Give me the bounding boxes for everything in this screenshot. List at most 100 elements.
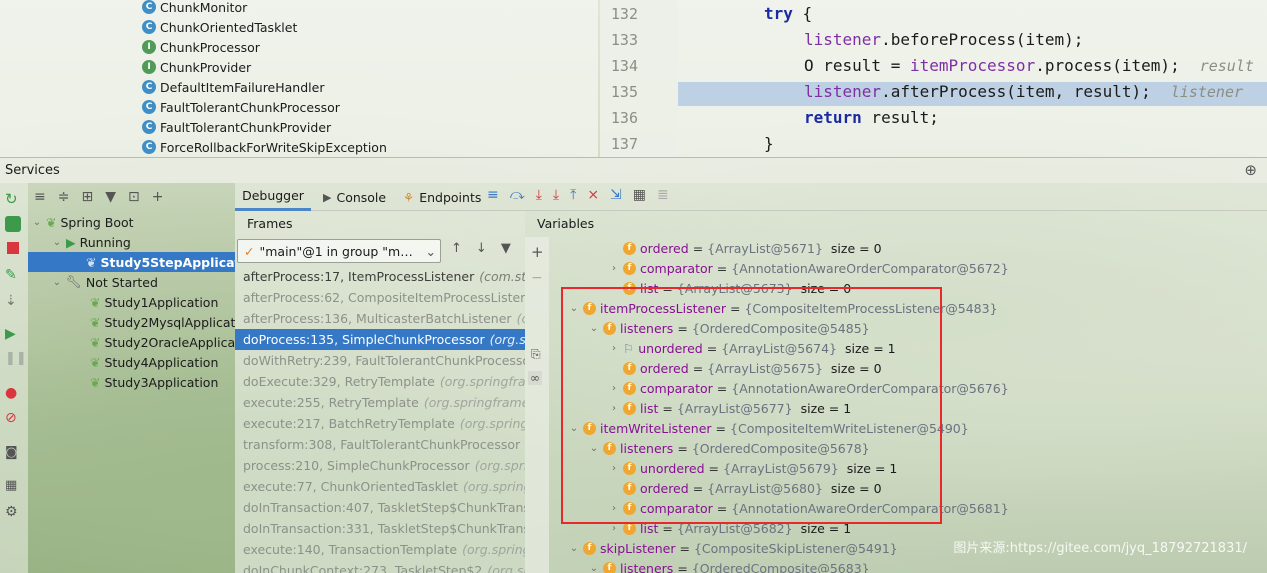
code-editor[interactable]: 132 try {133 listener.beforeProcess(item);… xyxy=(600,0,1267,157)
project-class-item[interactable]: C ChunkMonitor xyxy=(142,0,247,17)
layout-icon[interactable]: ▦ xyxy=(5,478,21,494)
tree-node-not-started[interactable]: ⌄ 🔧︎ Not Started xyxy=(52,272,158,292)
tree-node-app[interactable]: ❦ Study1Application xyxy=(90,292,218,312)
services-tool-strip: ↻ ✎ ⇣ ▶ ❚❚ ● ⊘ ◙ ▦ ⚙ xyxy=(0,183,28,573)
code-line[interactable]: O result = itemProcessor.process(item); r… xyxy=(804,56,1254,75)
group-by-icon[interactable]: ⊞ xyxy=(81,189,93,205)
crosshair-icon[interactable]: ⊕ xyxy=(1244,161,1257,179)
stack-frame[interactable]: doInChunkContext:273, TaskletStep$2 (org.… xyxy=(235,560,525,573)
stack-frame[interactable]: afterProcess:17, ItemProcessListener (com… xyxy=(235,266,525,287)
tree-node-app[interactable]: ❦ Study4Application xyxy=(90,352,218,372)
step-into-icon[interactable]: ⤓ xyxy=(536,187,542,203)
stack-frame[interactable]: execute:217, BatchRetryTemplate (org.spri… xyxy=(235,413,525,434)
tab-console[interactable]: ▶ Console xyxy=(323,183,386,211)
tree-node-app[interactable]: ❦Study2OracleApplication xyxy=(90,332,235,352)
camera-icon[interactable]: ◙ xyxy=(5,445,21,461)
expand-all-icon[interactable]: ≡ xyxy=(34,189,46,205)
step-out-icon[interactable]: ⤒ xyxy=(570,187,576,203)
code-line[interactable]: } xyxy=(764,134,774,153)
variable-node[interactable]: ⌄ f listeners = {OrderedComposite@5683} xyxy=(589,558,870,573)
stack-frame[interactable]: afterProcess:136, MulticasterBatchListen… xyxy=(235,308,525,329)
project-class-item[interactable]: I ChunkProvider xyxy=(142,57,251,77)
stack-frame[interactable]: process:210, SimpleChunkProcessor (org.sp… xyxy=(235,455,525,476)
spring-app-icon: ❦ xyxy=(90,374,101,390)
stack-frame[interactable]: doProcess:135, SimpleChunkProcessor (org.… xyxy=(235,329,525,350)
tree-node-app[interactable]: ❦ Study3Application xyxy=(90,372,218,392)
services-title: Services xyxy=(5,163,60,178)
arrow-up-icon[interactable]: ↑ xyxy=(451,241,462,256)
chevron-down-icon[interactable]: ⌄ xyxy=(569,543,579,554)
chevron-right-icon[interactable]: › xyxy=(609,523,619,534)
evaluate-expression-icon[interactable]: ▦ xyxy=(633,187,646,203)
stack-frame[interactable]: doExecute:329, RetryTemplate (org.springf… xyxy=(235,371,525,392)
filter-icon[interactable]: ⇣ xyxy=(5,293,21,309)
code-token: { xyxy=(792,4,813,23)
settings-icon[interactable]: ⚙ xyxy=(5,504,21,520)
stack-frame[interactable]: execute:140, TransactionTemplate (org.spr… xyxy=(235,539,525,560)
project-class-item[interactable]: C ForceRollbackForWriteSkipException xyxy=(142,137,387,157)
debugger-toolbar: Debugger ▶ Console ⚘ Endpoints ≡ ⤼ ⤓ ⤓ ⤒… xyxy=(235,183,1267,211)
frame-package: (org.springframework.batch.core.step.ite… xyxy=(474,458,525,473)
stack-frame[interactable]: doWithRetry:239, FaultTolerantChunkProce… xyxy=(235,350,525,371)
add-service-icon[interactable]: + xyxy=(152,189,164,205)
view-breakpoints-icon[interactable]: ● xyxy=(5,385,21,401)
stack-frame[interactable]: doInTransaction:407, TaskletStep$ChunkTr… xyxy=(235,497,525,518)
frame-list: afterProcess:17, ItemProcessListener (com… xyxy=(235,266,525,573)
line-number: 135 xyxy=(610,83,638,101)
tree-node-spring-boot[interactable]: ⌄ ❦ Spring Boot xyxy=(32,212,134,232)
filter-icon[interactable]: ▼ xyxy=(105,189,116,205)
project-class-item[interactable]: C DefaultItemFailureHandler xyxy=(142,77,324,97)
project-class-item[interactable]: C FaultTolerantChunkProvider xyxy=(142,117,331,137)
code-line[interactable]: try { xyxy=(764,4,812,23)
stack-frame[interactable]: execute:255, RetryTemplate (org.springfra… xyxy=(235,392,525,413)
project-class-item[interactable]: C ChunkOrientedTasklet xyxy=(142,17,297,37)
mute-breakpoints-icon[interactable]: ⊘ xyxy=(5,410,21,426)
frame-package: (org.springframework.batch.core.step.ite… xyxy=(463,479,525,494)
thread-select[interactable]: ✓ "main"@1 in group "main": RUNNING ⌄ xyxy=(237,239,441,263)
step-over-icon[interactable]: ⤼ xyxy=(510,187,525,203)
edit-config-icon[interactable]: ✎ xyxy=(5,267,21,283)
debug-bug-icon[interactable] xyxy=(5,216,21,232)
run-to-cursor-icon[interactable]: ⇲ xyxy=(610,187,622,203)
variable-node[interactable]: ⌄ f skipListener = {CompositeSkipListener@54… xyxy=(569,538,898,558)
project-class-item[interactable]: C FaultTolerantChunkProcessor xyxy=(142,97,340,117)
class-icon: C xyxy=(142,20,156,34)
collapse-all-icon[interactable]: ≑ xyxy=(58,189,70,205)
stack-frame[interactable]: doInTransaction:331, TaskletStep$ChunkTr… xyxy=(235,518,525,539)
rerun-icon[interactable]: ↻ xyxy=(5,191,21,207)
tree-node-running-app[interactable]: ❦ Study5StepApplication xyxy=(86,252,235,272)
arrow-down-icon[interactable]: ↓ xyxy=(476,241,487,256)
chevron-down-icon[interactable]: ⌄ xyxy=(52,277,62,288)
stack-frame[interactable]: execute:77, ChunkOrientedTasklet (org.spr… xyxy=(235,476,525,497)
chevron-down-icon[interactable]: ⌄ xyxy=(426,244,436,259)
console-icon: ▶ xyxy=(323,190,332,204)
code-line[interactable]: listener.beforeProcess(item); xyxy=(804,30,1083,49)
tree-node-running[interactable]: ⌄ ▶ Running xyxy=(52,232,131,252)
stack-frame[interactable]: transform:308, FaultTolerantChunkProcess… xyxy=(235,434,525,455)
variable-node[interactable]: f ordered = {ArrayList@5671} size = 0 xyxy=(609,238,882,258)
show-execution-point-icon[interactable]: ≡ xyxy=(487,187,499,203)
tab-endpoints[interactable]: ⚘ Endpoints xyxy=(403,183,481,211)
variable-node[interactable]: › f comparator = {AnnotationAwareOrderCompar… xyxy=(609,258,1009,278)
resume-icon[interactable]: ▶ xyxy=(5,326,21,342)
tab-debugger[interactable]: Debugger xyxy=(235,183,311,211)
chevron-down-icon[interactable]: ⌄ xyxy=(589,563,599,573)
tree-node-app[interactable]: ❦Study2MysqlApplication xyxy=(90,312,235,332)
stack-frame[interactable]: afterProcess:62, CompositeItemProcessLis… xyxy=(235,287,525,308)
spring-app-icon: ❦ xyxy=(90,354,101,370)
drop-frame-icon[interactable]: ⨯ xyxy=(587,187,599,203)
code-line[interactable]: return result; xyxy=(804,108,939,127)
chevron-right-icon[interactable]: › xyxy=(609,263,619,274)
trace-icon[interactable]: ≣ xyxy=(657,187,669,203)
new-tab-icon[interactable]: ⊡ xyxy=(128,189,140,205)
chevron-down-icon[interactable]: ⌄ xyxy=(52,237,62,248)
force-step-into-icon[interactable]: ⤓ xyxy=(553,187,559,203)
chevron-down-icon[interactable]: ⌄ xyxy=(32,217,42,228)
class-icon: C xyxy=(142,0,156,14)
stop-icon[interactable] xyxy=(7,242,19,254)
filter-icon[interactable]: ▼ xyxy=(501,241,511,256)
code-line[interactable]: listener.afterProcess(item, result); list… xyxy=(804,82,1243,101)
project-class-item[interactable]: I ChunkProcessor xyxy=(142,37,260,57)
code-token: result; xyxy=(861,108,939,127)
pause-icon[interactable]: ❚❚ xyxy=(5,351,27,367)
